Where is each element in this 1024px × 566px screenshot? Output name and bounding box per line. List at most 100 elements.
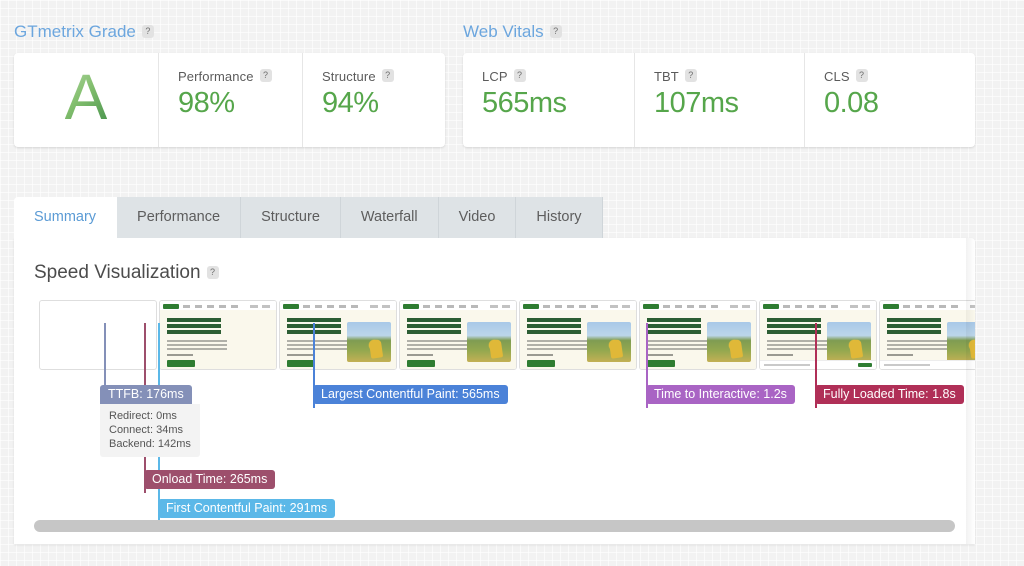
tab-waterfall[interactable]: Waterfall bbox=[340, 197, 439, 238]
speed-visualization-help-icon[interactable]: ? bbox=[206, 266, 219, 279]
preview-paragraph bbox=[287, 340, 347, 351]
preview-paragraph bbox=[407, 340, 467, 351]
preview-logo bbox=[523, 303, 539, 309]
ttfb-breakdown-row: Backend: 142ms bbox=[109, 438, 191, 450]
preview-subtext bbox=[527, 354, 553, 356]
preview-nav-actions bbox=[250, 304, 272, 308]
filmstrip-frame[interactable] bbox=[759, 300, 877, 370]
preview-logo bbox=[643, 303, 659, 309]
timeline-marker-badge[interactable]: Time to Interactive: 1.2s bbox=[646, 385, 795, 404]
tbt-metric-label-text: TBT bbox=[654, 69, 679, 84]
filmstrip-frame[interactable] bbox=[279, 300, 397, 370]
report-tabs: Summary Performance Structure Waterfall Vide… bbox=[14, 197, 603, 238]
timeline-marker-badge[interactable]: First Contentful Paint: 291ms bbox=[158, 499, 336, 518]
tab-structure[interactable]: Structure bbox=[241, 197, 341, 238]
lcp-metric-label: LCP? bbox=[482, 69, 634, 84]
filmstrip-frame[interactable] bbox=[639, 300, 757, 370]
preview-cta-button bbox=[647, 360, 675, 367]
filmstrip-frame[interactable] bbox=[159, 300, 277, 370]
tbt-help-icon[interactable]: ? bbox=[684, 69, 697, 82]
gtmetrix-grade-card: A Performance? 98% Structure? 94% bbox=[14, 53, 445, 147]
preview-nav-links bbox=[663, 304, 719, 308]
structure-help-icon[interactable]: ? bbox=[381, 69, 394, 82]
preview-body bbox=[280, 310, 396, 369]
preview-bottom-bar bbox=[880, 360, 975, 369]
cls-metric-label: CLS? bbox=[824, 69, 975, 84]
tab-video[interactable]: Video bbox=[438, 197, 517, 238]
preview-bottom-bar bbox=[760, 360, 876, 369]
performance-metric-value: 98% bbox=[178, 87, 235, 119]
tab-performance[interactable]: Performance bbox=[117, 197, 242, 238]
performance-metric-label: Performance? bbox=[178, 69, 302, 84]
tab-history[interactable]: History bbox=[516, 197, 603, 238]
cls-help-icon[interactable]: ? bbox=[855, 69, 868, 82]
filmstrip-frame-page-preview bbox=[160, 301, 276, 369]
preview-cta-button bbox=[167, 360, 195, 367]
cls-metric-value: 0.08 bbox=[824, 87, 879, 119]
preview-hero-image bbox=[827, 322, 871, 362]
tbt-metric-value: 107ms bbox=[654, 87, 739, 119]
filmstrip-frame[interactable] bbox=[399, 300, 517, 370]
structure-metric-cell: Structure? 94% bbox=[302, 53, 445, 147]
preview-hero-image bbox=[467, 322, 511, 362]
preview-logo bbox=[283, 303, 299, 309]
timeline-marker-badge[interactable]: TTFB: 176ms bbox=[100, 385, 192, 404]
overall-grade-letter: A bbox=[64, 61, 108, 133]
gtmetrix-grade-help-icon[interactable]: ? bbox=[141, 25, 154, 38]
performance-help-icon[interactable]: ? bbox=[259, 69, 272, 82]
preview-nav-links bbox=[423, 304, 479, 308]
preview-body bbox=[160, 310, 276, 369]
structure-metric-label-text: Structure bbox=[322, 69, 376, 84]
lcp-help-icon[interactable]: ? bbox=[513, 69, 526, 82]
preview-headline bbox=[167, 318, 221, 335]
ttfb-breakdown-row: Redirect: 0ms bbox=[109, 410, 177, 422]
preview-headline bbox=[527, 318, 581, 335]
preview-subtext bbox=[647, 354, 673, 356]
preview-paragraph bbox=[167, 340, 227, 351]
timeline-marker-badge[interactable]: Onload Time: 265ms bbox=[144, 470, 276, 489]
preview-hero-image bbox=[347, 322, 391, 362]
preview-subtext bbox=[887, 354, 913, 356]
speed-visualization-chart: 0.2s0.4s0.7s0.9s1.1s1.3s1.5s1.8sTTFB: 17… bbox=[34, 300, 975, 522]
filmstrip-frame-page-preview bbox=[760, 301, 876, 369]
preview-headline bbox=[767, 318, 821, 335]
tab-summary[interactable]: Summary bbox=[14, 197, 118, 238]
lcp-metric-cell: LCP? 565ms bbox=[463, 53, 634, 147]
lcp-metric-value: 565ms bbox=[482, 87, 567, 119]
filmstrip-scrollbar-thumb[interactable] bbox=[34, 520, 955, 532]
preview-nav-actions bbox=[850, 304, 872, 308]
ttfb-breakdown-row: Connect: 34ms bbox=[109, 424, 183, 436]
filmstrip-scrollbar-track[interactable] bbox=[14, 520, 975, 534]
preview-cta-button bbox=[407, 360, 435, 367]
filmstrip-frame[interactable] bbox=[519, 300, 637, 370]
preview-paragraph bbox=[647, 340, 707, 351]
filmstrip-frame-page-preview bbox=[880, 301, 975, 369]
preview-logo bbox=[403, 303, 419, 309]
preview-cta-button bbox=[287, 360, 315, 367]
ttfb-breakdown-tooltip: Redirect: 0ms Connect: 34ms Backend: 142ms bbox=[100, 404, 200, 457]
preview-nav-actions bbox=[490, 304, 512, 308]
overall-grade-cell: A bbox=[14, 53, 158, 147]
preview-subtext bbox=[287, 354, 313, 356]
preview-logo bbox=[883, 303, 899, 309]
timeline-marker-badge[interactable]: Fully Loaded Time: 1.8s bbox=[815, 385, 964, 404]
web-vitals-card: LCP? 565ms TBT? 107ms CLS? 0.08 bbox=[463, 53, 975, 147]
tbt-metric-label: TBT? bbox=[654, 69, 804, 84]
preview-body bbox=[640, 310, 756, 369]
filmstrip-frame-page-preview bbox=[400, 301, 516, 369]
speed-visualization-title: Speed Visualization? bbox=[34, 262, 219, 284]
filmstrip-frame-page-preview bbox=[640, 301, 756, 369]
preview-nav-links bbox=[543, 304, 599, 308]
timeline-marker-badge[interactable]: Largest Contentful Paint: 565ms bbox=[313, 385, 508, 404]
preview-nav-links bbox=[183, 304, 239, 308]
preview-nav-links bbox=[903, 304, 959, 308]
preview-nav-actions bbox=[730, 304, 752, 308]
gtmetrix-grade-heading: GTmetrix Grade? bbox=[14, 22, 154, 42]
filmstrip-frame[interactable] bbox=[39, 300, 157, 370]
structure-metric-label: Structure? bbox=[322, 69, 445, 84]
filmstrip-frame[interactable] bbox=[879, 300, 975, 370]
web-vitals-help-icon[interactable]: ? bbox=[549, 25, 562, 38]
preview-subtext bbox=[167, 354, 193, 356]
speed-visualization-title-text: Speed Visualization bbox=[34, 262, 201, 283]
preview-logo bbox=[763, 303, 779, 309]
